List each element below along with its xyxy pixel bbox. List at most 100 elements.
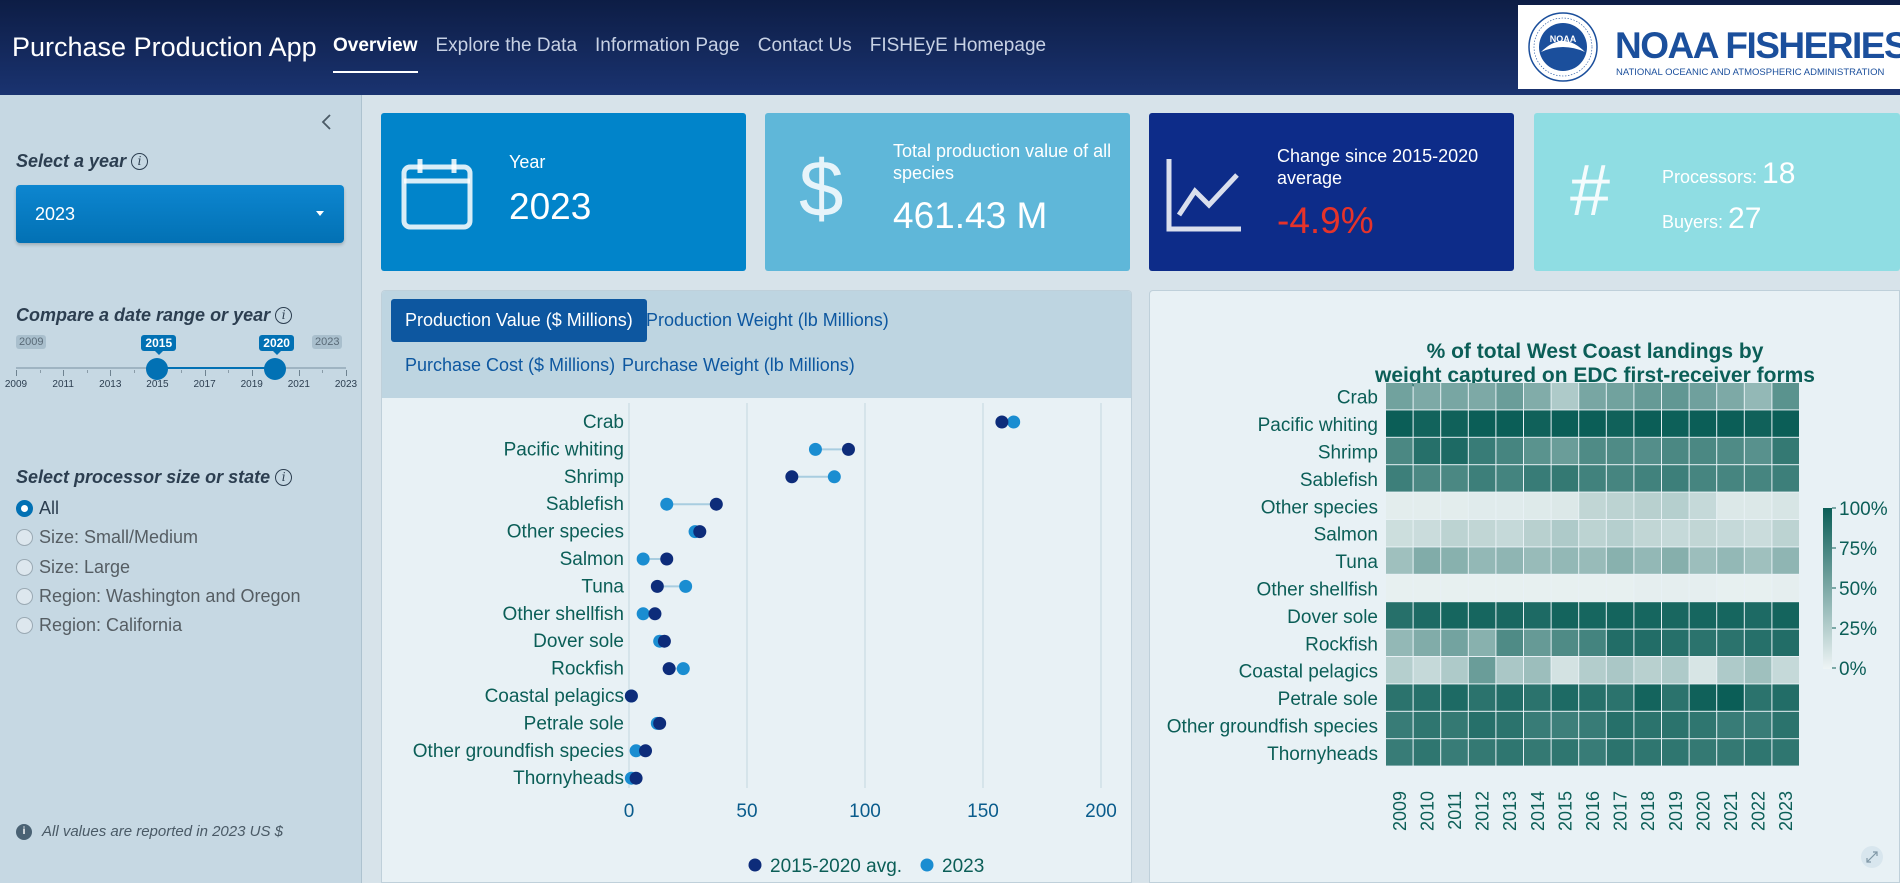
heatmap-cell[interactable] xyxy=(1413,520,1441,547)
point-2023[interactable] xyxy=(660,497,674,511)
radio-size-small-medium[interactable]: Size: Small/Medium xyxy=(16,527,198,548)
heatmap-cell[interactable] xyxy=(1606,492,1634,519)
heatmap-cell[interactable] xyxy=(1606,410,1634,437)
info-icon[interactable]: i xyxy=(131,153,149,170)
heatmap-cell[interactable] xyxy=(1579,739,1606,766)
radio-dot[interactable] xyxy=(16,617,33,634)
heatmap-cell[interactable] xyxy=(1634,547,1661,574)
heatmap-cell[interactable] xyxy=(1606,437,1634,465)
heatmap-cell[interactable] xyxy=(1524,574,1551,602)
heatmap-cell[interactable] xyxy=(1689,383,1717,410)
heatmap-cell[interactable] xyxy=(1744,547,1772,574)
heatmap-cell[interactable] xyxy=(1772,739,1799,766)
heatmap-cell[interactable] xyxy=(1551,629,1579,656)
heatmap-cell[interactable] xyxy=(1468,383,1496,410)
radio-dot[interactable] xyxy=(16,529,33,546)
heatmap-cell[interactable] xyxy=(1579,684,1606,711)
heatmap-cell[interactable] xyxy=(1634,492,1661,519)
nav-explore-data[interactable]: Explore the Data xyxy=(436,35,578,73)
heatmap-cell[interactable] xyxy=(1468,711,1496,739)
heatmap-cell[interactable] xyxy=(1551,520,1579,547)
expand-icon[interactable] xyxy=(1861,846,1883,868)
heatmap-cell[interactable] xyxy=(1579,547,1606,574)
heatmap-cell[interactable] xyxy=(1468,629,1496,656)
heatmap-cell[interactable] xyxy=(1662,492,1689,519)
heatmap-cell[interactable] xyxy=(1468,739,1496,766)
heatmap-cell[interactable] xyxy=(1413,410,1441,437)
heatmap-cell[interactable] xyxy=(1717,629,1744,656)
heatmap-cell[interactable] xyxy=(1634,739,1661,766)
heatmap-cell[interactable] xyxy=(1689,684,1717,711)
slider-handle-start[interactable] xyxy=(146,358,169,380)
point-2023[interactable] xyxy=(676,662,690,676)
heatmap-cell[interactable] xyxy=(1413,684,1441,711)
heatmap-cell[interactable] xyxy=(1386,684,1413,711)
heatmap-cell[interactable] xyxy=(1496,465,1523,492)
heatmap-cell[interactable] xyxy=(1689,547,1717,574)
heatmap-cell[interactable] xyxy=(1524,629,1551,656)
heatmap-cell[interactable] xyxy=(1413,574,1441,602)
heatmap-cell[interactable] xyxy=(1717,410,1744,437)
heatmap-cell[interactable] xyxy=(1744,684,1772,711)
heatmap-cell[interactable] xyxy=(1744,410,1772,437)
heatmap-cell[interactable] xyxy=(1744,492,1772,519)
heatmap-cell[interactable] xyxy=(1606,684,1634,711)
heatmap-cell[interactable] xyxy=(1717,465,1744,492)
point-2023[interactable] xyxy=(808,442,822,456)
heatmap-cell[interactable] xyxy=(1689,492,1717,519)
heatmap-cell[interactable] xyxy=(1386,383,1413,410)
heatmap-cell[interactable] xyxy=(1717,657,1744,684)
heatmap-cell[interactable] xyxy=(1468,410,1496,437)
heatmap-cell[interactable] xyxy=(1606,602,1634,629)
heatmap-cell[interactable] xyxy=(1386,520,1413,547)
heatmap-cell[interactable] xyxy=(1496,684,1523,711)
heatmap-cell[interactable] xyxy=(1772,602,1799,629)
heatmap-cell[interactable] xyxy=(1441,520,1468,547)
radio-dot[interactable] xyxy=(16,559,33,576)
noaa-fisheries-logo[interactable]: NOAA NOAA FISHERIES NATIONAL OCEANIC AND… xyxy=(1518,5,1900,89)
heatmap-cell[interactable] xyxy=(1468,547,1496,574)
heatmap-cell[interactable] xyxy=(1662,657,1689,684)
heatmap-cell[interactable] xyxy=(1413,739,1441,766)
heatmap-cell[interactable] xyxy=(1524,383,1551,410)
heatmap-cell[interactable] xyxy=(1496,629,1523,656)
heatmap-cell[interactable] xyxy=(1606,711,1634,739)
heatmap-cell[interactable] xyxy=(1579,465,1606,492)
heatmap-cell[interactable] xyxy=(1634,602,1661,629)
heatmap-cell[interactable] xyxy=(1662,711,1689,739)
heatmap-cell[interactable] xyxy=(1496,383,1523,410)
heatmap-cell[interactable] xyxy=(1524,492,1551,519)
heatmap-cell[interactable] xyxy=(1579,492,1606,519)
heatmap-cell[interactable] xyxy=(1717,574,1744,602)
heatmap-cell[interactable] xyxy=(1468,574,1496,602)
heatmap-cell[interactable] xyxy=(1386,657,1413,684)
heatmap-cell[interactable] xyxy=(1524,739,1551,766)
heatmap-cell[interactable] xyxy=(1689,465,1717,492)
heatmap-cell[interactable] xyxy=(1496,410,1523,437)
point-2023[interactable] xyxy=(1007,415,1021,429)
tab-production-value[interactable]: Production Value ($ Millions) xyxy=(391,299,647,342)
point-avg[interactable] xyxy=(841,442,855,456)
heatmap-cell[interactable] xyxy=(1772,383,1799,410)
heatmap-cell[interactable] xyxy=(1579,437,1606,465)
heatmap-cell[interactable] xyxy=(1468,465,1496,492)
heatmap-cell[interactable] xyxy=(1413,547,1441,574)
heatmap-cell[interactable] xyxy=(1744,629,1772,656)
heatmap-cell[interactable] xyxy=(1634,465,1661,492)
nav-information-page[interactable]: Information Page xyxy=(595,35,740,73)
heatmap-cell[interactable] xyxy=(1524,657,1551,684)
heatmap-cell[interactable] xyxy=(1744,383,1772,410)
heatmap-cell[interactable] xyxy=(1496,520,1523,547)
radio-dot[interactable] xyxy=(16,500,33,517)
point-2023[interactable] xyxy=(636,552,650,566)
tab-purchase-weight[interactable]: Purchase Weight (lb Millions) xyxy=(608,344,869,387)
heatmap-cell[interactable] xyxy=(1551,465,1579,492)
heatmap-cell[interactable] xyxy=(1441,547,1468,574)
heatmap-cell[interactable] xyxy=(1551,410,1579,437)
point-2023[interactable] xyxy=(827,470,841,484)
heatmap-cell[interactable] xyxy=(1772,574,1799,602)
heatmap-cell[interactable] xyxy=(1468,437,1496,465)
heatmap-cell[interactable] xyxy=(1606,629,1634,656)
heatmap-cell[interactable] xyxy=(1413,602,1441,629)
heatmap-cell[interactable] xyxy=(1772,629,1799,656)
